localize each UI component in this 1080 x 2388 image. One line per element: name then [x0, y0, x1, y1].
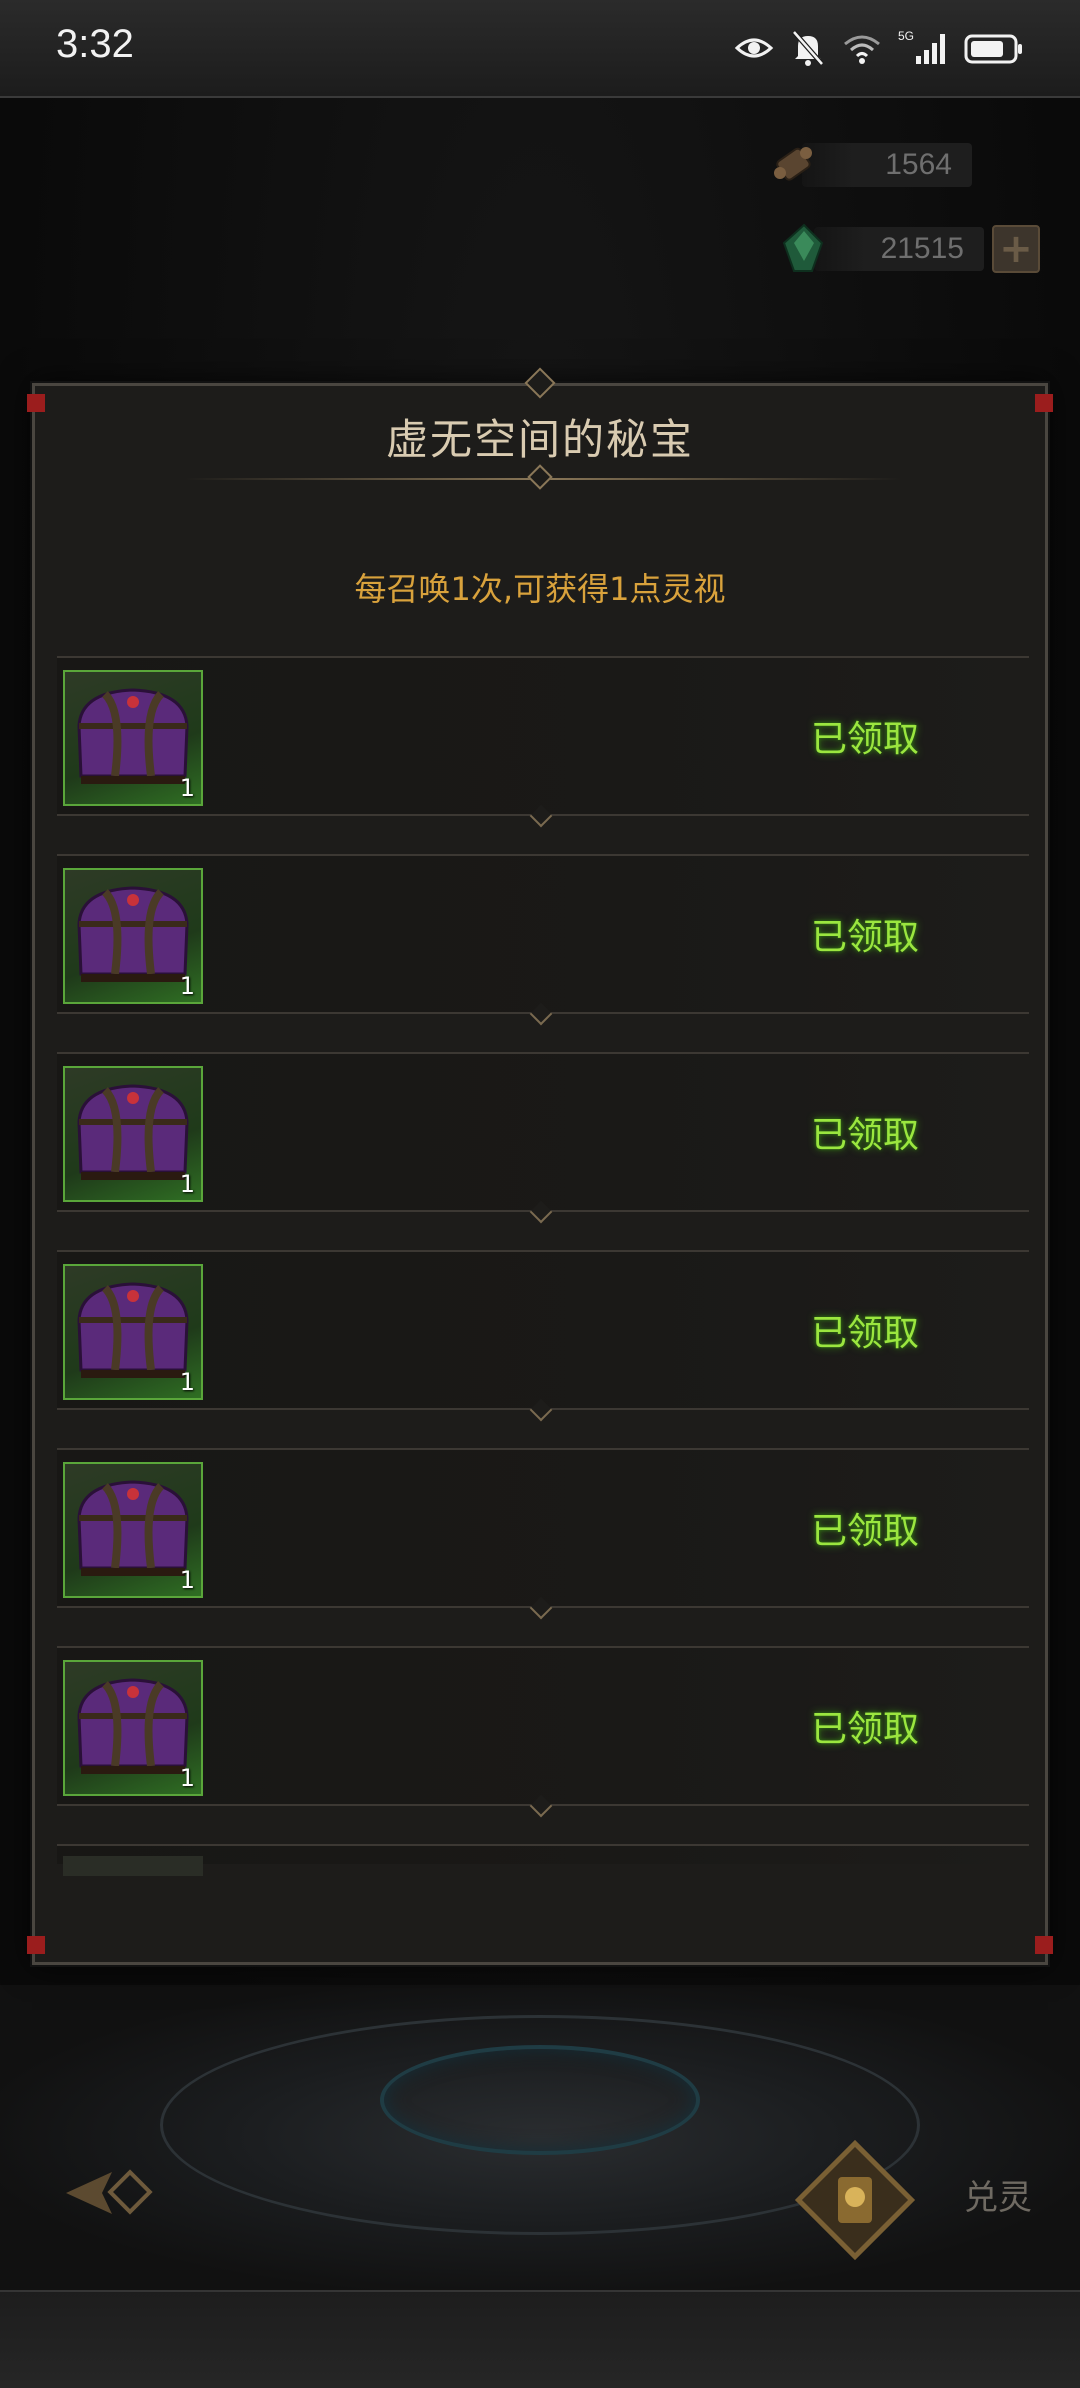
- currency-scroll: 1564: [774, 138, 1028, 192]
- claimed-status: 已领取: [810, 1511, 919, 1552]
- exchange-label: 兑灵: [964, 2178, 1032, 2218]
- reward-item-slot[interactable]: 1: [63, 1660, 203, 1796]
- bell-muted-icon: [792, 30, 824, 66]
- platform-center-ring: [380, 2045, 700, 2155]
- reward-item-slot[interactable]: 1: [63, 670, 203, 806]
- claimed-status: 已领取: [810, 719, 919, 760]
- currency-value: 1564: [885, 148, 952, 181]
- reward-row: 1 已领取: [57, 854, 1029, 1026]
- scroll-icon: [774, 147, 812, 181]
- claimed-status: 已领取: [810, 917, 919, 958]
- row-separator-ornament: [529, 804, 553, 828]
- row-separator-ornament: [529, 1794, 553, 1818]
- reward-item-slot[interactable]: 1: [63, 1462, 203, 1598]
- reward-item-slot[interactable]: 1: [63, 1264, 203, 1400]
- currency-gem: 21515 +: [782, 222, 1040, 276]
- dialog-subtitle: 每召唤1次,可获得1点灵视: [354, 570, 726, 608]
- eye-icon: [734, 38, 774, 58]
- corner-accent: [27, 1936, 45, 1954]
- reward-item-slot[interactable]: 1: [63, 868, 203, 1004]
- row-separator-ornament: [529, 1596, 553, 1620]
- bottom-strip: [0, 2290, 1080, 2388]
- item-count: 1: [179, 1566, 195, 1594]
- currency-value: 21515: [880, 232, 964, 265]
- currency-pill: 1564: [774, 143, 972, 187]
- reward-row: 1 已领取: [57, 1646, 1029, 1818]
- signal-5g-icon: 5G: [898, 29, 945, 64]
- item-count: 1: [179, 1368, 195, 1396]
- reward-row: 1 已领取: [57, 1250, 1029, 1422]
- exchange-spirit-button[interactable]: [790, 2135, 920, 2265]
- row-separator-ornament: [529, 1398, 553, 1422]
- reward-dialog: 虚无空间的秘宝 每召唤1次,可获得1点灵视 1 已领取 1 已领取 1 已领取 …: [27, 367, 1053, 1965]
- item-count: 1: [179, 972, 195, 1000]
- add-gem-button[interactable]: +: [992, 225, 1040, 273]
- reward-row: 1 已领取: [57, 1052, 1029, 1224]
- green-gem-icon: [782, 223, 824, 272]
- network-label: 5G: [898, 29, 914, 43]
- status-icons: 5G: [734, 28, 1024, 68]
- claimed-status: 已领取: [810, 1313, 919, 1354]
- wifi-icon: [844, 35, 880, 64]
- reward-row: 1 已领取: [57, 1448, 1029, 1620]
- claimed-status: 已领取: [810, 1709, 919, 1750]
- status-time: 3:32: [56, 22, 134, 66]
- reward-list[interactable]: 1 已领取 1 已领取 1 已领取 1 已领取 1 已领取 1 已领取: [57, 656, 1029, 1951]
- item-count: 1: [179, 1764, 195, 1792]
- status-bar: 3:32 5G: [0, 0, 1080, 98]
- reward-item-slot[interactable]: 1: [63, 1066, 203, 1202]
- row-separator-ornament: [529, 1200, 553, 1224]
- row-separator-ornament: [529, 1002, 553, 1026]
- item-count: 1: [179, 1170, 195, 1198]
- currency-pill: 21515: [782, 223, 984, 272]
- dialog-title: 虚无空间的秘宝: [385, 415, 694, 464]
- battery-icon: [964, 34, 1022, 64]
- title-ornament-bottom: [527, 464, 553, 490]
- claimed-status: 已领取: [810, 1115, 919, 1156]
- reward-row: 1 已领取: [57, 656, 1029, 828]
- corner-accent: [1035, 1936, 1053, 1954]
- reward-item-slot[interactable]: [63, 1856, 203, 1876]
- item-count: 1: [179, 774, 195, 802]
- back-arrow-icon[interactable]: [62, 2158, 162, 2228]
- reward-row-partial: [57, 1844, 1029, 1876]
